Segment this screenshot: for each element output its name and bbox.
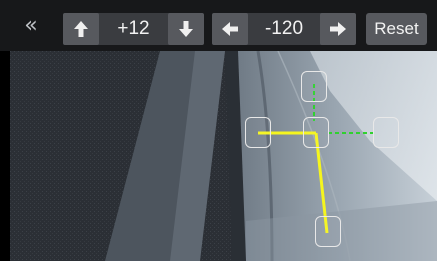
move-right-button[interactable]: [320, 13, 356, 45]
double-chevron-left-icon: «: [24, 13, 38, 38]
vertical-offset-control: +12: [63, 13, 204, 45]
camera-feed-image: [10, 51, 437, 261]
vertical-offset-value: +12: [117, 18, 150, 39]
arrow-up-icon: [74, 21, 88, 37]
collapse-button[interactable]: «: [16, 10, 46, 42]
top-handle[interactable]: [301, 71, 327, 102]
left-handle[interactable]: [245, 117, 271, 148]
reset-button[interactable]: Reset: [366, 13, 427, 45]
camera-view: [10, 51, 437, 261]
center-handle[interactable]: [303, 117, 329, 148]
move-down-button[interactable]: [168, 13, 204, 45]
horizontal-offset-control: -120: [212, 13, 356, 45]
horizontal-offset-value: -120: [264, 18, 304, 39]
camera-adjust-screen: « +12 -120 Reset: [0, 0, 437, 261]
arrow-right-icon: [330, 22, 346, 36]
right-handle[interactable]: [373, 117, 399, 148]
arrow-left-icon: [222, 22, 238, 36]
move-left-button[interactable]: [212, 13, 248, 45]
toolbar: « +12 -120 Reset: [0, 0, 437, 51]
bottom-handle[interactable]: [315, 216, 341, 247]
move-up-button[interactable]: [63, 13, 99, 45]
arrow-down-icon: [179, 21, 193, 37]
